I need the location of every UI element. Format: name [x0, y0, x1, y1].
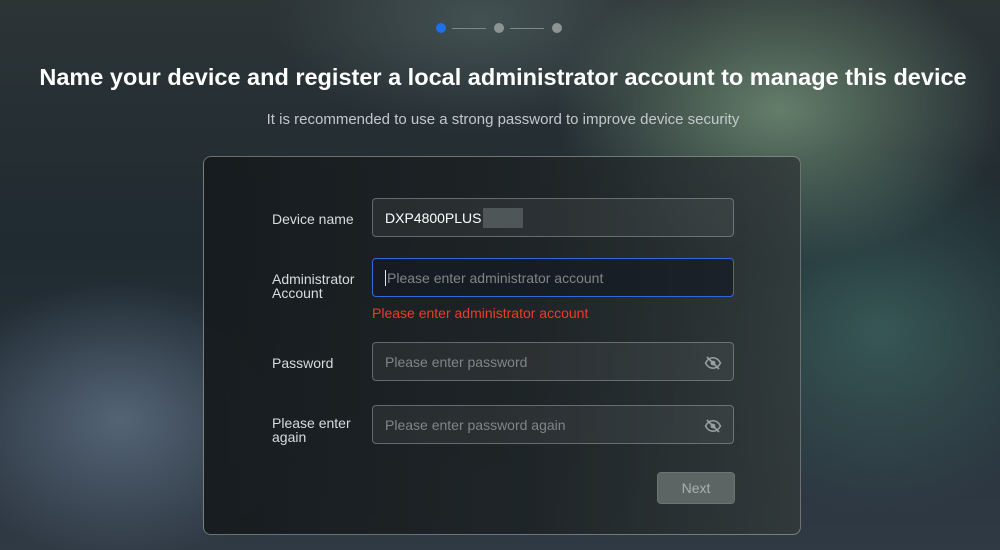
step-1-dot	[436, 23, 446, 33]
page-title: Name your device and register a local ad…	[39, 64, 967, 90]
device-name-value: DXP4800PLUS	[385, 209, 482, 226]
password-label: Password	[272, 355, 334, 371]
device-name-label: Device name	[272, 211, 354, 227]
admin-account-label-line1: Administrator	[272, 271, 355, 287]
step-connector	[452, 28, 486, 29]
admin-account-input[interactable]: Please enter administrator account	[372, 258, 734, 297]
step-connector	[510, 28, 544, 29]
next-button[interactable]: Next	[657, 472, 735, 504]
password-again-label: Please enter again	[272, 416, 367, 444]
redacted-block	[482, 207, 523, 228]
password-again-label-line2: again	[272, 429, 307, 445]
admin-account-label-line2: Account	[272, 285, 323, 301]
password-input[interactable]: Please enter password	[372, 342, 734, 381]
admin-account-error: Please enter administrator account	[372, 305, 589, 321]
password-placeholder: Please enter password	[385, 353, 528, 370]
password-again-input[interactable]: Please enter password again	[372, 405, 734, 444]
text-caret	[385, 269, 386, 286]
admin-account-placeholder: Please enter administrator account	[387, 269, 604, 286]
page-subtitle: It is recommended to use a strong passwo…	[266, 111, 740, 128]
password-again-label-line1: Please enter	[272, 415, 351, 431]
registration-card: Device name DXP4800PLUS Administrator Ac…	[203, 156, 801, 535]
password-again-placeholder: Please enter password again	[385, 416, 566, 433]
eye-slash-icon[interactable]	[704, 354, 722, 372]
admin-account-label: Administrator Account	[272, 272, 367, 300]
progress-stepper	[436, 22, 562, 34]
device-name-input[interactable]: DXP4800PLUS	[372, 198, 734, 237]
eye-slash-icon[interactable]	[704, 417, 722, 435]
step-2-dot	[494, 23, 504, 33]
step-3-dot	[552, 23, 562, 33]
